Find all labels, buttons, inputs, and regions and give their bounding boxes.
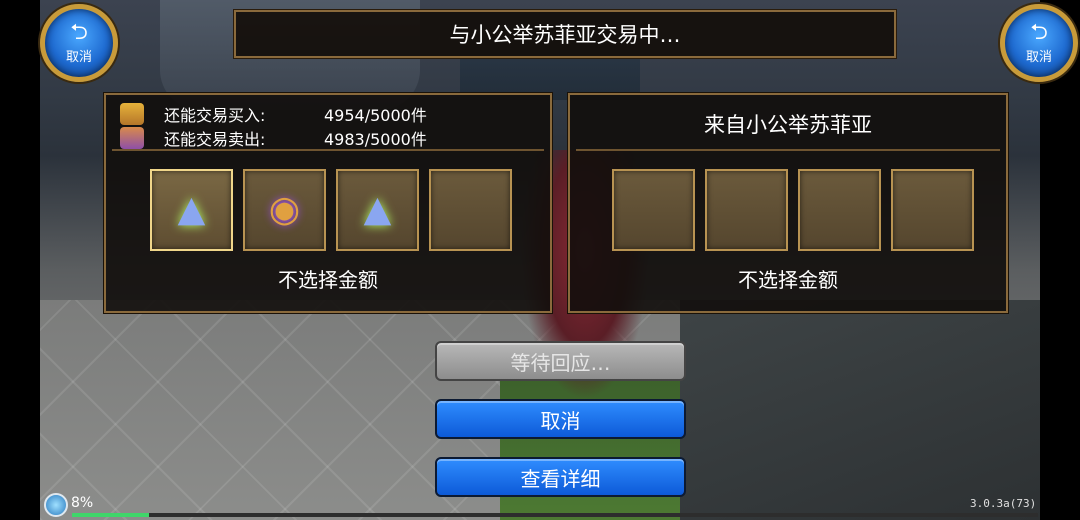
cancel-button[interactable]: 取消 (435, 399, 686, 439)
version-label: 3.0.3a(73) (970, 497, 1037, 510)
sell-limit-row: 还能交易卖出: 4983/5000件 (120, 127, 427, 149)
wizard-hat-icon: ▲ (177, 189, 206, 230)
treasure-chest-icon (120, 103, 144, 125)
cancel-round-button-right[interactable]: ⮌ 取消 (1000, 4, 1078, 82)
left-letterbox (0, 0, 40, 520)
return-arrow-icon: ⮌ (70, 19, 88, 45)
my-item-slots: ▲ ◉ ▲ (150, 169, 512, 251)
waiting-response-label: 等待回应… (510, 350, 611, 375)
waiting-response-button[interactable]: 等待回应… (435, 341, 686, 381)
wizard-hat-icon: ▲ (363, 189, 392, 230)
partner-item-slot-empty[interactable] (705, 169, 788, 251)
partner-trade-panel: 来自小公举苏菲亚 不选择金额 (567, 92, 1009, 314)
ring-icon: ◉ (268, 189, 301, 230)
view-details-label: 查看详细 (520, 466, 601, 491)
cancel-round-label: 取消 (1025, 49, 1052, 65)
trade-title-banner: 与小公举苏菲亚交易中… (233, 9, 897, 59)
buy-limit-row: 还能交易买入: 4954/5000件 (120, 103, 427, 125)
cancel-round-label: 取消 (65, 49, 92, 65)
my-item-slot[interactable]: ▲ (336, 169, 419, 251)
buy-limit-value: 4954/5000件 (324, 106, 427, 125)
partner-header: 来自小公举苏菲亚 (576, 99, 1000, 151)
my-item-slot-empty[interactable] (429, 169, 512, 251)
sell-limit-value: 4983/5000件 (324, 130, 427, 149)
trade-title: 与小公举苏菲亚交易中… (449, 23, 681, 47)
partner-title: 来自小公举苏菲亚 (704, 113, 872, 137)
partner-item-slot-empty[interactable] (891, 169, 974, 251)
progress-bar-fill (72, 513, 150, 517)
partner-money-display: 不选择金额 (738, 268, 838, 292)
trade-limits: 还能交易买入: 4954/5000件 还能交易卖出: 4983/5000件 (112, 99, 544, 151)
my-money-select[interactable]: 不选择金额 (112, 264, 544, 293)
my-trade-panel: 还能交易买入: 4954/5000件 还能交易卖出: 4983/5000件 ▲ … (103, 92, 553, 314)
cancel-label: 取消 (540, 408, 581, 433)
return-arrow-icon: ⮌ (1030, 19, 1048, 45)
cancel-round-button-left[interactable]: ⮌ 取消 (40, 4, 118, 82)
merchant-bag-icon (120, 127, 144, 149)
partner-item-slot-empty[interactable] (612, 169, 695, 251)
stone-wall (680, 300, 1040, 520)
progress-bar (72, 513, 1038, 517)
my-item-slot[interactable]: ◉ (243, 169, 326, 251)
my-item-slot[interactable]: ▲ (150, 169, 233, 251)
partner-item-slot-empty[interactable] (798, 169, 881, 251)
view-details-button[interactable]: 查看详细 (435, 457, 686, 497)
progress-percent: 8% (71, 495, 94, 511)
partner-item-slots (612, 169, 974, 251)
loading-icon (44, 493, 68, 517)
buy-limit-label: 还能交易买入: (164, 106, 266, 125)
sell-limit-label: 还能交易卖出: (164, 130, 266, 149)
